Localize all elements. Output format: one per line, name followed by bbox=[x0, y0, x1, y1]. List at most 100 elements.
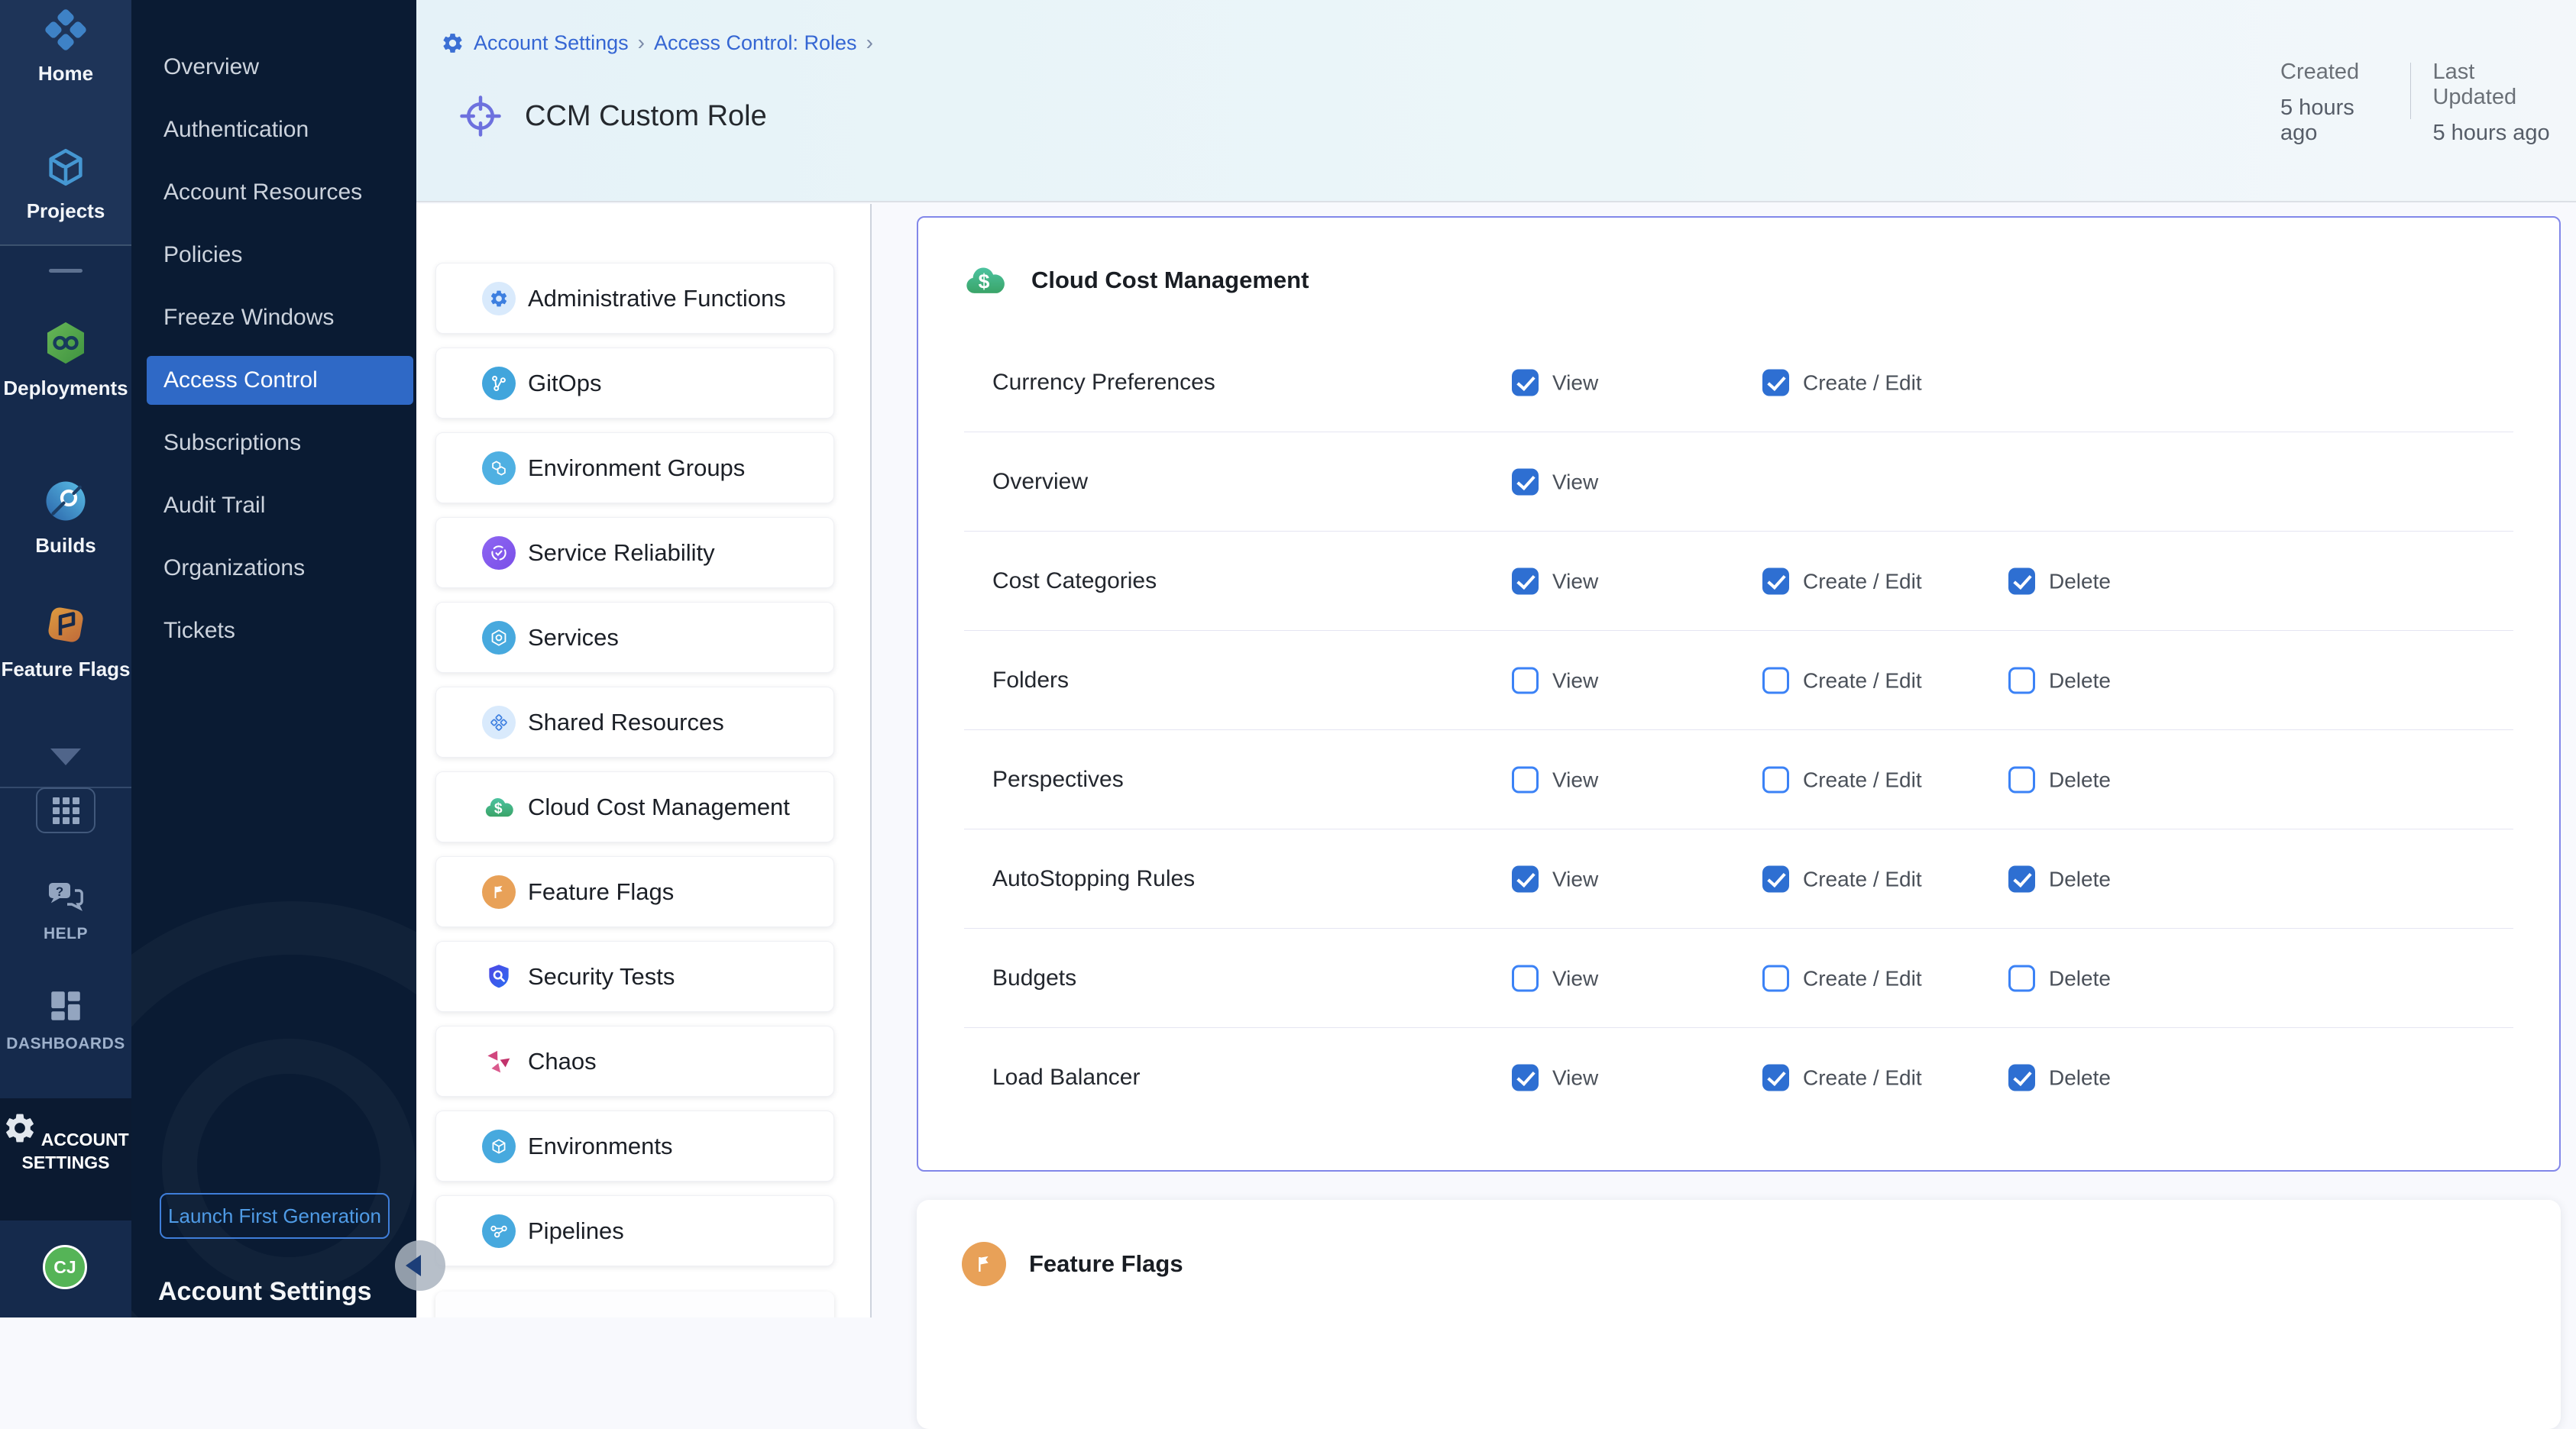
breadcrumb-account-settings[interactable]: Account Settings bbox=[474, 31, 629, 55]
category-label: Security Tests bbox=[528, 963, 675, 991]
create-edit-checkbox[interactable] bbox=[1762, 1065, 1789, 1091]
settings-nav-tickets[interactable]: Tickets bbox=[147, 606, 413, 655]
launch-first-generation-button[interactable]: Launch First Generation bbox=[160, 1193, 390, 1239]
flag-icon bbox=[482, 875, 516, 909]
category-gitops[interactable]: GitOps bbox=[435, 348, 834, 419]
category-environments[interactable]: Environments bbox=[435, 1111, 834, 1182]
sidebar-item-label: Home bbox=[0, 62, 131, 86]
checkbox-label: Create / Edit bbox=[1803, 1065, 1922, 1090]
sidebar-item-projects[interactable]: Projects bbox=[0, 145, 131, 223]
view-checkbox[interactable] bbox=[1512, 668, 1539, 694]
checkbox-label: View bbox=[1552, 1065, 1598, 1090]
delete-checkbox[interactable] bbox=[2008, 965, 2035, 992]
create-edit-checkbox[interactable] bbox=[1762, 568, 1789, 595]
sidebar-item-feature-flags[interactable]: Feature Flags bbox=[0, 602, 131, 681]
sidebar-item-label: DASHBOARDS bbox=[0, 1035, 131, 1053]
checkbox-label: Create / Edit bbox=[1803, 867, 1922, 891]
sidebar-item-dashboards[interactable]: DASHBOARDS bbox=[0, 987, 131, 1053]
permission-row-label: Load Balancer bbox=[992, 1065, 1140, 1091]
sidebar-item-home[interactable]: Home bbox=[0, 8, 131, 86]
category-service-reliability[interactable]: Service Reliability bbox=[435, 517, 834, 588]
create-edit-checkbox[interactable] bbox=[1762, 866, 1789, 893]
settings-nav-access-control[interactable]: Access Control bbox=[147, 356, 413, 405]
category-shared-resources[interactable]: Shared Resources bbox=[435, 687, 834, 758]
checkbox-label: View bbox=[1552, 668, 1598, 693]
category-cloud-cost-management[interactable]: $ Cloud Cost Management bbox=[435, 771, 834, 842]
view-checkbox[interactable] bbox=[1512, 370, 1539, 396]
view-checkbox[interactable] bbox=[1512, 1065, 1539, 1091]
created-value: 5 hours ago bbox=[2280, 95, 2389, 146]
module-grid-button[interactable] bbox=[36, 787, 95, 833]
view-checkbox[interactable] bbox=[1512, 469, 1539, 496]
gear-icon bbox=[2, 1111, 37, 1149]
chaos-pinwheel-icon bbox=[482, 1045, 516, 1078]
category-chaos[interactable]: Chaos bbox=[435, 1026, 834, 1097]
flag-icon bbox=[962, 1242, 1006, 1286]
settings-nav-freeze-windows[interactable]: Freeze Windows bbox=[147, 293, 413, 342]
last-updated-label: Last Updated bbox=[2432, 60, 2555, 110]
settings-nav-authentication[interactable]: Authentication bbox=[147, 105, 413, 154]
create-edit-checkbox[interactable] bbox=[1762, 965, 1789, 992]
create-edit-checkbox[interactable] bbox=[1762, 370, 1789, 396]
settings-nav-policies[interactable]: Policies bbox=[147, 231, 413, 280]
permission-row-label: Overview bbox=[992, 469, 1088, 495]
checkbox-label: Delete bbox=[2049, 768, 2111, 792]
sidebar-item-account-settings[interactable]: ACCOUNT SETTINGS bbox=[0, 1098, 131, 1220]
checkbox-label: Delete bbox=[2049, 867, 2111, 891]
permission-row-label: Budgets bbox=[992, 965, 1076, 991]
category-environment-groups[interactable]: Environment Groups bbox=[435, 432, 834, 503]
delete-checkbox[interactable] bbox=[2008, 668, 2035, 694]
checkbox-label: View bbox=[1552, 867, 1598, 891]
view-checkbox[interactable] bbox=[1512, 568, 1539, 595]
sidebar-item-label: HELP bbox=[0, 925, 131, 943]
sidebar-item-help[interactable]: ? HELP bbox=[0, 878, 131, 943]
permission-row-autostopping-rules: AutoStopping Rules View Create / Edit De… bbox=[918, 829, 2559, 929]
sidebar-item-deployments[interactable]: Deployments bbox=[0, 319, 131, 400]
panel-section-title: Feature Flags bbox=[1029, 1250, 1183, 1278]
permission-row-budgets: Budgets View Create / Edit Delete bbox=[918, 929, 2559, 1028]
sidebar-item-label: Feature Flags bbox=[0, 658, 131, 681]
delete-checkbox[interactable] bbox=[2008, 1065, 2035, 1091]
projects-cube-icon bbox=[44, 145, 88, 193]
settings-nav-audit-trail[interactable]: Audit Trail bbox=[147, 481, 413, 530]
user-avatar[interactable]: CJ bbox=[43, 1245, 87, 1289]
modules-expand-caret-icon[interactable] bbox=[50, 748, 81, 765]
git-branch-icon bbox=[482, 367, 516, 400]
sidebar-item-label: Builds bbox=[0, 534, 131, 558]
sidebar-item-builds[interactable]: Builds bbox=[0, 478, 131, 558]
category-label: Environment Groups bbox=[528, 454, 745, 482]
permission-row-label: Perspectives bbox=[992, 767, 1124, 793]
environment-cube-icon bbox=[482, 1130, 516, 1163]
settings-nav-overview[interactable]: Overview bbox=[147, 43, 413, 92]
category-administrative-functions[interactable]: Administrative Functions bbox=[435, 263, 834, 334]
create-edit-checkbox[interactable] bbox=[1762, 668, 1789, 694]
category-label: Pipelines bbox=[528, 1217, 624, 1245]
view-checkbox[interactable] bbox=[1512, 866, 1539, 893]
category-security-tests[interactable]: Security Tests bbox=[435, 941, 834, 1012]
role-meta: Created 5 hours ago Last Updated 5 hours… bbox=[2280, 60, 2576, 146]
delete-checkbox[interactable] bbox=[2008, 568, 2035, 595]
category-pipelines[interactable]: Pipelines bbox=[435, 1195, 834, 1266]
breadcrumb-access-control-roles[interactable]: Access Control: Roles bbox=[654, 31, 857, 55]
breadcrumb-separator: › bbox=[866, 31, 873, 55]
deployments-icon bbox=[42, 319, 89, 370]
category-services[interactable]: Services bbox=[435, 602, 834, 673]
checkbox-label: Delete bbox=[2049, 966, 2111, 991]
settings-nav-account-resources[interactable]: Account Resources bbox=[147, 168, 413, 217]
view-checkbox[interactable] bbox=[1512, 965, 1539, 992]
category-label: Feature Flags bbox=[528, 878, 674, 906]
checkbox-label: Create / Edit bbox=[1803, 768, 1922, 792]
category-label: GitOps bbox=[528, 370, 601, 397]
sidebar-collapse-button[interactable] bbox=[395, 1240, 445, 1291]
delete-checkbox[interactable] bbox=[2008, 767, 2035, 794]
create-edit-checkbox[interactable] bbox=[1762, 767, 1789, 794]
settings-nav-organizations[interactable]: Organizations bbox=[147, 544, 413, 593]
delete-checkbox[interactable] bbox=[2008, 866, 2035, 893]
cloud-dollar-icon: $ bbox=[482, 790, 516, 824]
view-checkbox[interactable] bbox=[1512, 767, 1539, 794]
category-label: Administrative Functions bbox=[528, 285, 786, 312]
category-feature-flags[interactable]: Feature Flags bbox=[435, 856, 834, 927]
settings-nav-subscriptions[interactable]: Subscriptions bbox=[147, 419, 413, 467]
hexagon-group-icon bbox=[482, 451, 516, 485]
resource-category-list: Administrative Functions GitOps bbox=[416, 204, 872, 1317]
